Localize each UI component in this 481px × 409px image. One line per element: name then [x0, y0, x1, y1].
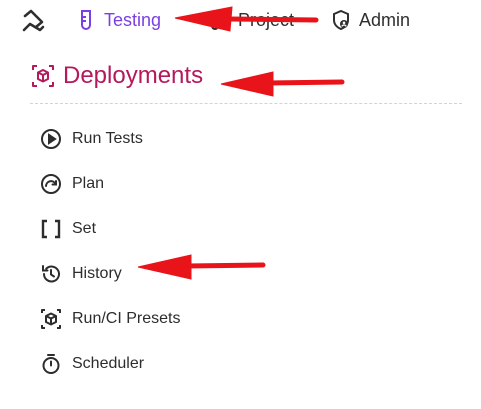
nav-project-label: Project: [238, 9, 295, 30]
menu-item-label: History: [72, 264, 122, 282]
annotation-arrow: [220, 71, 345, 97]
deployments-menu: Run Tests Plan Set History Run/CI Preset…: [40, 116, 340, 386]
section-title-label: Deployments: [63, 62, 204, 89]
shield-user-icon: [331, 9, 351, 31]
menu-item-run-tests[interactable]: Run Tests: [40, 116, 340, 161]
nav-admin-label: Admin: [359, 9, 411, 30]
menu-item-set[interactable]: Set: [40, 206, 340, 251]
page: Testing Project Admin Deployments Run Te…: [0, 0, 481, 409]
test-tube-icon: [76, 9, 96, 31]
nav-testing[interactable]: Testing: [76, 6, 161, 34]
cube-icon: [31, 64, 55, 88]
scissors-icon: [210, 9, 230, 31]
nav-project[interactable]: Project: [210, 6, 294, 34]
menu-item-label: Run/CI Presets: [72, 309, 181, 327]
menu-item-scheduler[interactable]: Scheduler: [40, 341, 340, 386]
history-icon: [40, 263, 62, 285]
play-circle-icon: [40, 128, 62, 150]
nav-admin[interactable]: Admin: [331, 6, 410, 34]
top-nav: Testing Project Admin: [0, 0, 481, 40]
menu-item-plan[interactable]: Plan: [40, 161, 340, 206]
redo-circle-icon: [40, 173, 62, 195]
brackets-icon: [40, 218, 62, 240]
pen-logo-icon[interactable]: [20, 8, 46, 34]
nav-testing-label: Testing: [104, 9, 162, 30]
section-title: Deployments: [31, 62, 203, 90]
menu-item-label: Plan: [72, 174, 105, 192]
menu-item-label: Run Tests: [72, 129, 143, 147]
menu-item-label: Set: [72, 219, 97, 237]
menu-item-run-ci-presets[interactable]: Run/CI Presets: [40, 296, 340, 341]
menu-item-label: Scheduler: [72, 354, 145, 372]
section-divider: [30, 103, 462, 104]
menu-item-history[interactable]: History: [40, 251, 340, 296]
timer-icon: [40, 353, 62, 375]
cube-focus-icon: [40, 308, 62, 330]
